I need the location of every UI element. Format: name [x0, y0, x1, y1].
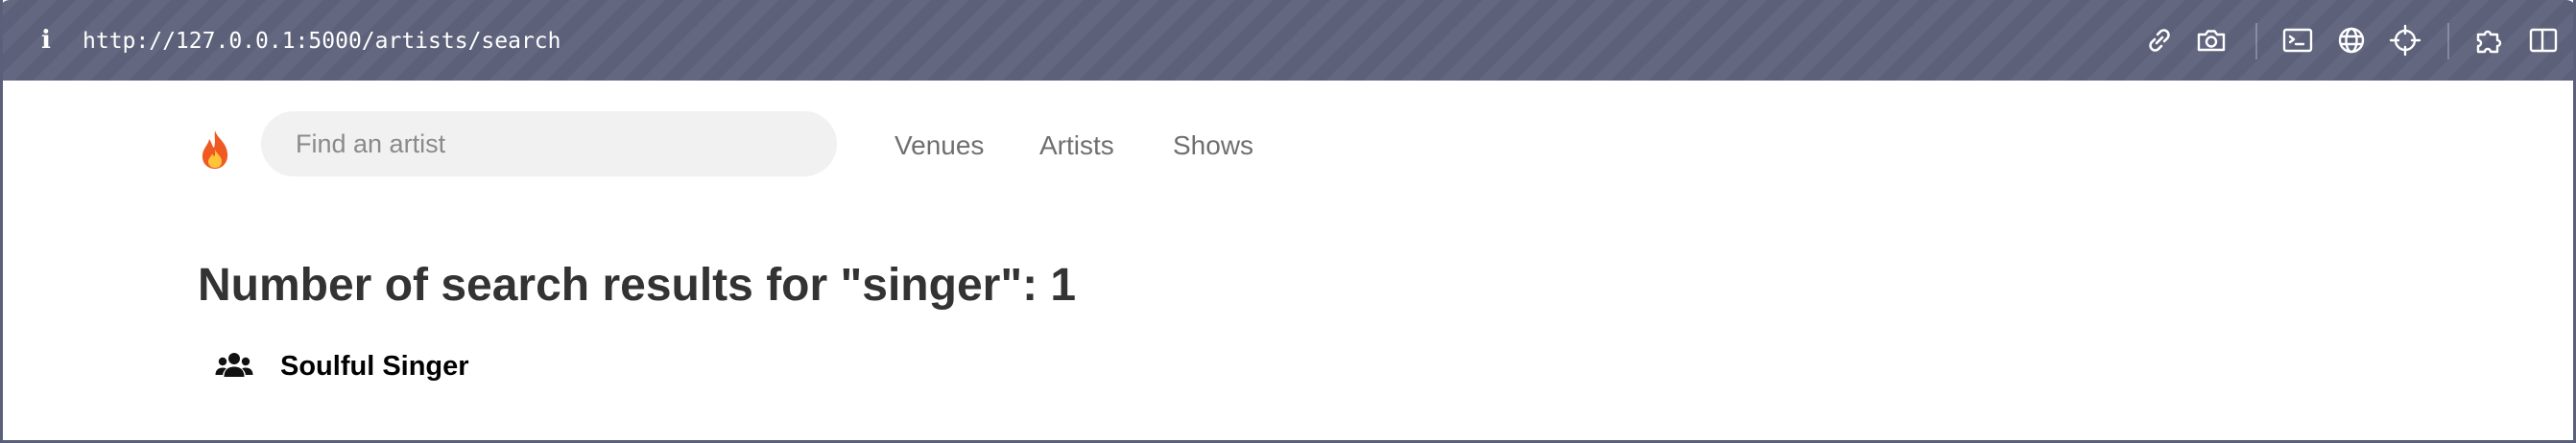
sidebar-icon[interactable] — [2526, 23, 2561, 58]
page-title: Number of search results for "singer": 1 — [198, 260, 1077, 311]
globe-icon[interactable] — [2334, 23, 2369, 58]
artist-link[interactable]: Soulful Singer — [280, 347, 469, 385]
crosshair-icon[interactable] — [2388, 23, 2422, 58]
fire-icon[interactable] — [198, 128, 232, 171]
info-icon[interactable]: i — [36, 25, 56, 56]
link-icon[interactable] — [2142, 23, 2177, 58]
nav-link-shows[interactable]: Shows — [1173, 128, 1253, 163]
toolbar-separator — [2447, 23, 2449, 59]
search-input[interactable] — [261, 111, 837, 176]
browser-address-bar: i http://127.0.0.1:5000/artists/search — [0, 0, 2576, 81]
site-navbar: Venues Artists Shows — [0, 81, 2576, 205]
puzzle-icon[interactable] — [2472, 23, 2507, 58]
nav-link-venues[interactable]: Venues — [894, 128, 984, 163]
users-icon — [215, 351, 253, 382]
camera-icon[interactable] — [2194, 23, 2229, 58]
url-text[interactable]: http://127.0.0.1:5000/artists/search — [83, 26, 561, 57]
terminal-icon[interactable] — [2280, 23, 2315, 58]
nav-link-artists[interactable]: Artists — [1039, 128, 1114, 163]
toolbar-separator — [2255, 23, 2257, 59]
